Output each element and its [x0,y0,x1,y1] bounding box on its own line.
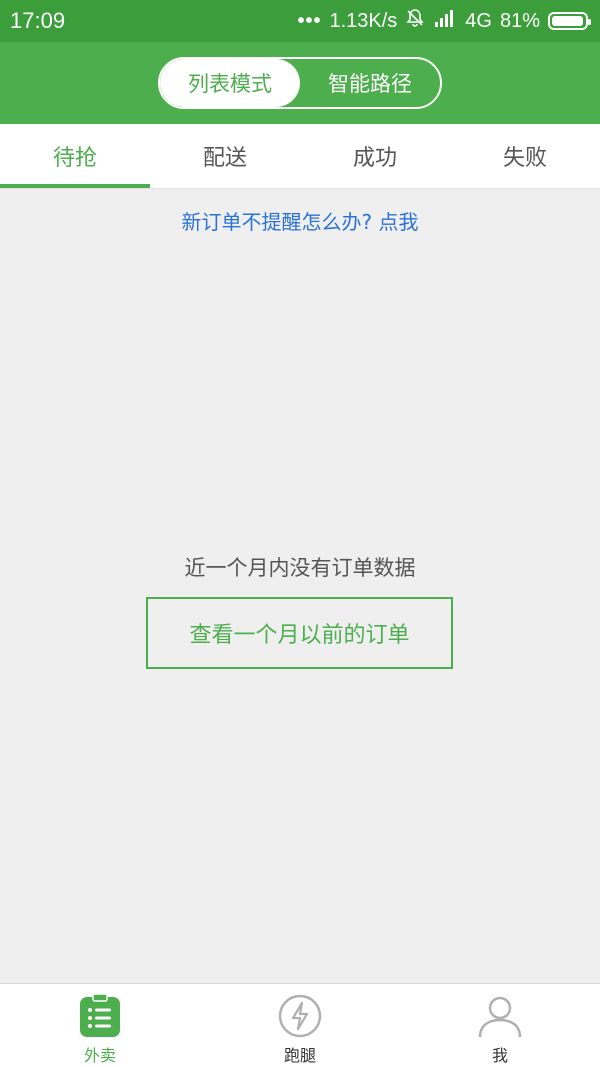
view-old-orders-button[interactable]: 查看一个月以前的订单 [146,597,453,669]
tab-success[interactable]: 成功 [300,124,450,188]
nav-item-me[interactable]: 我 [400,984,600,1067]
bell-off-icon [405,8,425,34]
tab-delivering[interactable]: 配送 [150,124,300,188]
empty-message: 近一个月内没有订单数据 [184,556,416,580]
nav-item-takeout[interactable]: 外卖 [0,984,200,1067]
mode-list-button[interactable]: 列表模式 [160,59,300,107]
network-speed: 1.13K/s [329,9,398,32]
tab-failed[interactable]: 失败 [450,124,600,188]
person-icon [478,994,522,1038]
list-icon [78,994,122,1038]
header: 列表模式 智能路径 [0,42,600,124]
status-bar: 17:09 ••• 1.13K/s 4G 81% [0,0,600,42]
signal-icon [433,8,457,34]
mode-route-button[interactable]: 智能路径 [300,59,440,107]
more-dots-icon: ••• [297,9,322,32]
nav-item-errand[interactable]: 跑腿 [200,984,400,1067]
network-type: 4G [465,9,492,32]
battery-icon [548,12,591,30]
nav-label-errand: 跑腿 [283,1046,316,1065]
reminder-help-link[interactable]: 新订单不提醒怎么办? 点我 [0,206,600,235]
tab-pending[interactable]: 待抢 [0,124,150,188]
order-tabs: 待抢 配送 成功 失败 [0,124,600,189]
battery-percent: 81% [499,9,540,32]
bottom-nav: 外卖 跑腿 我 [0,983,600,1067]
lightning-icon [278,994,322,1038]
nav-label-takeout: 外卖 [83,1046,116,1065]
status-time: 17:09 [10,8,66,33]
status-icons: ••• 1.13K/s 4G 81% [297,8,591,34]
mode-switch: 列表模式 智能路径 [158,57,442,109]
nav-label-me: 我 [491,1046,508,1065]
